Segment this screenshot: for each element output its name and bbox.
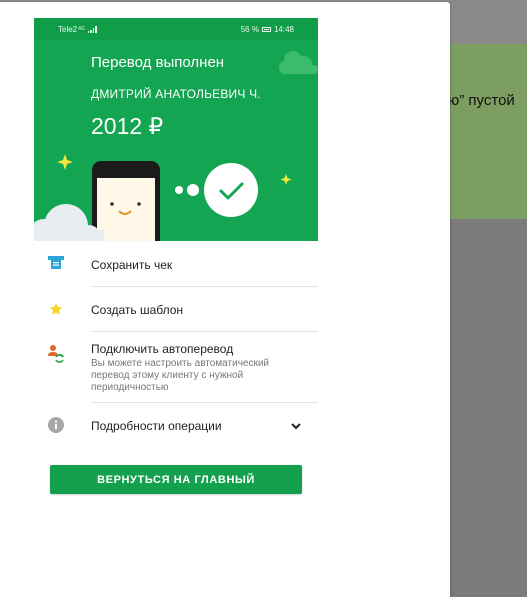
auto-transfer-label: Подключить автоперевод	[91, 342, 234, 356]
background-green-block	[450, 44, 527, 219]
transfer-status-title: Перевод выполнен	[91, 54, 225, 71]
sparkle-icon	[57, 154, 73, 170]
save-receipt-label: Сохранить чек	[91, 258, 173, 272]
auto-transfer-description: Вы можете настроить автоматический перев…	[91, 358, 270, 393]
return-home-button[interactable]: ВЕРНУТЬСЯ НА ГЛАВНЫЙ	[50, 465, 302, 494]
success-banner: Перевод выполнен ДМИТРИЙ АНАТОЛЬЕВИЧ Ч. …	[34, 40, 318, 241]
progress-dot-icon	[187, 184, 199, 196]
create-template-item[interactable]: Создать шаблон	[34, 287, 318, 331]
battery-percent: 56 %	[240, 24, 259, 34]
sparkle-small-icon	[280, 174, 292, 185]
operation-details-item[interactable]: Подробности операции	[34, 403, 318, 448]
battery-icon	[261, 26, 271, 32]
progress-dot-icon	[175, 186, 183, 194]
operation-details-label: Подробности операции	[91, 419, 222, 433]
background-text: ю” пустой	[448, 92, 515, 109]
network-label: 4G	[78, 26, 85, 32]
autotransfer-icon	[46, 344, 66, 364]
info-icon	[46, 415, 66, 435]
signal-icon	[87, 25, 97, 33]
auto-transfer-item[interactable]: Подключить автоперевод Вы можете настрои…	[34, 332, 318, 402]
phone-character-icon	[92, 161, 160, 241]
create-template-label: Создать шаблон	[91, 303, 184, 317]
receipt-icon	[46, 253, 66, 273]
save-receipt-item[interactable]: Сохранить чек	[34, 241, 318, 286]
phone-screenshot: Tele2 4G 56 % 14:48 Перевод выполнен ДМИ…	[34, 18, 318, 501]
status-bar: Tele2 4G 56 % 14:48	[34, 18, 318, 40]
image-modal: Tele2 4G 56 % 14:48 Перевод выполнен ДМИ…	[0, 2, 450, 597]
chevron-down-icon[interactable]	[290, 420, 302, 432]
check-circle-icon	[204, 163, 258, 217]
recipient-name: ДМИТРИЙ АНАТОЛЬЕВИЧ Ч.	[91, 87, 261, 101]
actions-list: Сохранить чек Создать шаблон Подключить …	[34, 241, 318, 501]
star-icon	[46, 299, 66, 319]
clock: 14:48	[273, 24, 294, 34]
transfer-amount: 2012 ₽	[91, 113, 164, 139]
carrier-label: Tele2	[58, 24, 78, 34]
cloud-icon	[279, 51, 318, 74]
